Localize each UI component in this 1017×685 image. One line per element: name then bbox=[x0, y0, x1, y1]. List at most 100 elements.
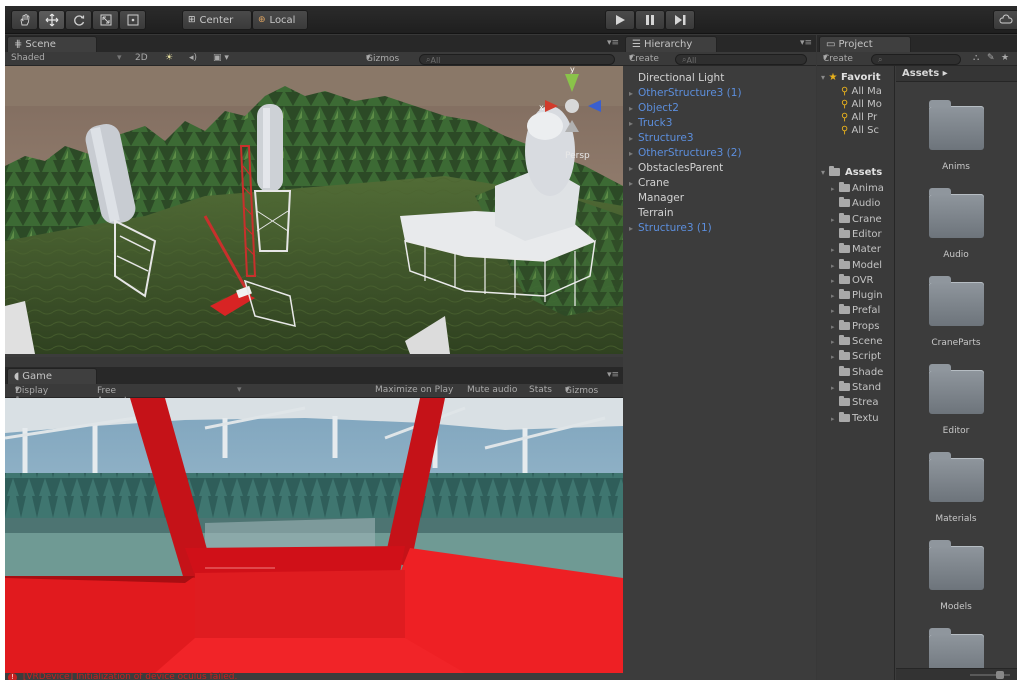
favorite-search-item[interactable]: ⚲ All Mo bbox=[841, 99, 882, 110]
pivot-center-toggle[interactable]: ⊞ Center bbox=[182, 10, 252, 30]
expand-arrow-icon[interactable]: ▸ bbox=[629, 164, 638, 173]
folder-icon bbox=[839, 212, 850, 223]
hierarchy-item-label: OtherStructure3 (1) bbox=[638, 87, 742, 99]
local-space-icon: ⊕ bbox=[258, 15, 266, 25]
asset-tree-folder[interactable]: ▸ Anima bbox=[831, 182, 884, 194]
assets-tree-header[interactable]: ▾ Assets bbox=[821, 166, 882, 178]
hierarchy-item[interactable]: Manager bbox=[629, 192, 684, 204]
hierarchy-create-dropdown[interactable]: Create ▾ bbox=[629, 53, 659, 64]
expand-arrow-icon[interactable]: ▸ bbox=[629, 104, 638, 113]
asset-folder-tile[interactable]: Models bbox=[896, 540, 1016, 612]
mute-audio-toggle[interactable]: Mute audio bbox=[467, 385, 517, 395]
rotate-tool-button[interactable] bbox=[65, 10, 92, 30]
game-viewport[interactable] bbox=[5, 398, 623, 673]
shading-mode-dropdown[interactable]: Shaded bbox=[11, 53, 45, 63]
hierarchy-item[interactable]: ▸ ObstaclesParent bbox=[629, 162, 723, 174]
hierarchy-item[interactable]: ▸ Crane bbox=[629, 177, 669, 189]
maximize-on-play-toggle[interactable]: Maximize on Play bbox=[375, 385, 453, 395]
asset-folder-tile[interactable]: Editor bbox=[896, 364, 1016, 436]
filter-by-label-icon[interactable]: ✎ bbox=[987, 53, 995, 63]
asset-tree-folder[interactable]: ▸ Crane bbox=[831, 212, 882, 225]
scene-effects-icon[interactable]: ▣ ▾ bbox=[213, 53, 229, 63]
folder-icon bbox=[928, 276, 984, 326]
expand-arrow-icon[interactable]: ▸ bbox=[629, 119, 638, 128]
rect-tool-button[interactable] bbox=[119, 10, 146, 30]
game-gizmos-dropdown[interactable]: Gizmos ▾ bbox=[565, 385, 598, 396]
asset-tree-folder[interactable]: Editor bbox=[831, 227, 882, 240]
asset-folder-tile[interactable]: CraneParts bbox=[896, 276, 1016, 348]
asset-folder-tile[interactable]: Audio bbox=[896, 188, 1016, 260]
asset-tree-folder[interactable]: ▸ OVR bbox=[831, 273, 873, 286]
tab-project[interactable]: ▭ Project bbox=[819, 36, 911, 52]
hierarchy-item[interactable]: ▸ OtherStructure3 (1) bbox=[629, 87, 742, 99]
folder-icon bbox=[839, 258, 850, 269]
asset-tree-folder[interactable]: ▸ Scene bbox=[831, 335, 883, 347]
asset-tree-folder[interactable]: Shade bbox=[831, 365, 883, 378]
favorite-search-item[interactable]: ⚲ All Ma bbox=[841, 86, 882, 97]
display-dropdown[interactable]: Display 1 ▾ bbox=[15, 385, 48, 406]
pause-button[interactable] bbox=[635, 10, 665, 30]
play-button[interactable] bbox=[605, 10, 635, 30]
stats-toggle[interactable]: Stats bbox=[529, 385, 552, 395]
game-panel-menu-icon[interactable]: ▾≡ bbox=[607, 370, 619, 380]
asset-tree-folder[interactable]: ▸ Prefal bbox=[831, 304, 880, 316]
asset-tree-folder[interactable]: ▸ Props bbox=[831, 319, 879, 332]
expand-arrow-icon[interactable]: ▸ bbox=[629, 134, 638, 143]
folder-icon bbox=[928, 452, 984, 502]
space-local-toggle[interactable]: ⊕ Local bbox=[252, 10, 308, 30]
folder-icon bbox=[928, 364, 984, 414]
asset-tree-folder[interactable]: ▸ Mater bbox=[831, 243, 881, 255]
2d-toggle[interactable]: 2D bbox=[135, 53, 148, 63]
asset-breadcrumb[interactable]: Assets ▸ bbox=[902, 68, 948, 79]
expand-arrow-icon[interactable]: ▸ bbox=[629, 179, 638, 188]
asset-folder-tile[interactable]: Materials bbox=[896, 452, 1016, 524]
hierarchy-item[interactable]: ▸ OtherStructure3 (2) bbox=[629, 147, 742, 159]
asset-tree-folder[interactable]: ▸ Stand bbox=[831, 380, 881, 393]
hierarchy-item[interactable]: ▸ Structure3 (1) bbox=[629, 222, 712, 234]
scene-viewport[interactable]: y x Persp bbox=[5, 66, 623, 354]
move-tool-button[interactable] bbox=[38, 10, 65, 30]
scene-audio-icon[interactable]: ◂) bbox=[189, 53, 197, 63]
asset-tree-folder[interactable]: ▸ Model bbox=[831, 258, 882, 271]
asset-tree-folder[interactable]: ▸ Textu bbox=[831, 411, 879, 424]
folder-icon bbox=[839, 197, 850, 208]
hierarchy-item[interactable]: ▸ Truck3 bbox=[629, 117, 672, 129]
filter-by-type-icon[interactable]: ⛬ bbox=[973, 53, 979, 63]
hierarchy-item-label: Directional Light bbox=[638, 72, 725, 84]
asset-tree-folder[interactable]: ▸ Script bbox=[831, 350, 881, 362]
favorite-icon[interactable]: ★ bbox=[1001, 53, 1009, 63]
expand-arrow-icon[interactable]: ▸ bbox=[629, 224, 638, 233]
favorites-header[interactable]: ▾ ★ Favorit bbox=[821, 72, 880, 83]
hierarchy-panel-menu-icon[interactable]: ▾≡ bbox=[800, 38, 812, 48]
asset-tree-folder[interactable]: ▸ Plugin bbox=[831, 289, 883, 301]
tab-scene[interactable]: ⋕ Scene bbox=[7, 36, 97, 52]
project-create-dropdown[interactable]: Create ▾ bbox=[823, 53, 853, 64]
scene-gizmos-dropdown[interactable]: Gizmos ▾ bbox=[366, 53, 399, 64]
expand-arrow-icon[interactable]: ▸ bbox=[629, 89, 638, 98]
tab-hierarchy[interactable]: ☰ Hierarchy bbox=[625, 36, 717, 52]
scene-lighting-icon[interactable]: ☀ bbox=[165, 53, 173, 63]
panel-menu-icon[interactable]: ▾≡ bbox=[607, 38, 619, 48]
cloud-button[interactable] bbox=[993, 10, 1017, 30]
scale-tool-button[interactable] bbox=[92, 10, 119, 30]
game-tabbar: ◖ Game ▾≡ bbox=[5, 367, 623, 384]
asset-folder-tile[interactable]: Anims bbox=[896, 100, 1016, 172]
hand-tool-button[interactable] bbox=[11, 10, 38, 30]
hierarchy-search-input[interactable]: ⌕ All bbox=[675, 54, 807, 65]
hierarchy-item[interactable]: Terrain bbox=[629, 207, 674, 219]
scene-search-input[interactable]: ⌕ All bbox=[419, 54, 615, 65]
project-search-input[interactable]: ⌕ bbox=[871, 54, 961, 65]
hierarchy-item[interactable]: Directional Light bbox=[629, 72, 724, 84]
step-button[interactable] bbox=[665, 10, 695, 30]
favorite-search-item[interactable]: ⚲ All Sc bbox=[841, 125, 879, 136]
expand-arrow-icon[interactable]: ▸ bbox=[629, 149, 638, 158]
hierarchy-item[interactable]: ▸ Structure3 bbox=[629, 132, 694, 144]
persp-label[interactable]: Persp bbox=[565, 151, 590, 161]
favorite-search-item[interactable]: ⚲ All Pr bbox=[841, 112, 877, 123]
hierarchy-item[interactable]: ▸ Object2 bbox=[629, 102, 679, 114]
folder-icon bbox=[839, 273, 850, 284]
tab-game[interactable]: ◖ Game bbox=[7, 368, 97, 384]
asset-tree-folder[interactable]: Audio bbox=[831, 197, 880, 209]
asset-tree-folder[interactable]: Strea bbox=[831, 396, 878, 408]
console-status-bar[interactable]: ! [VRDevice] Initialization of device oc… bbox=[5, 672, 1017, 680]
